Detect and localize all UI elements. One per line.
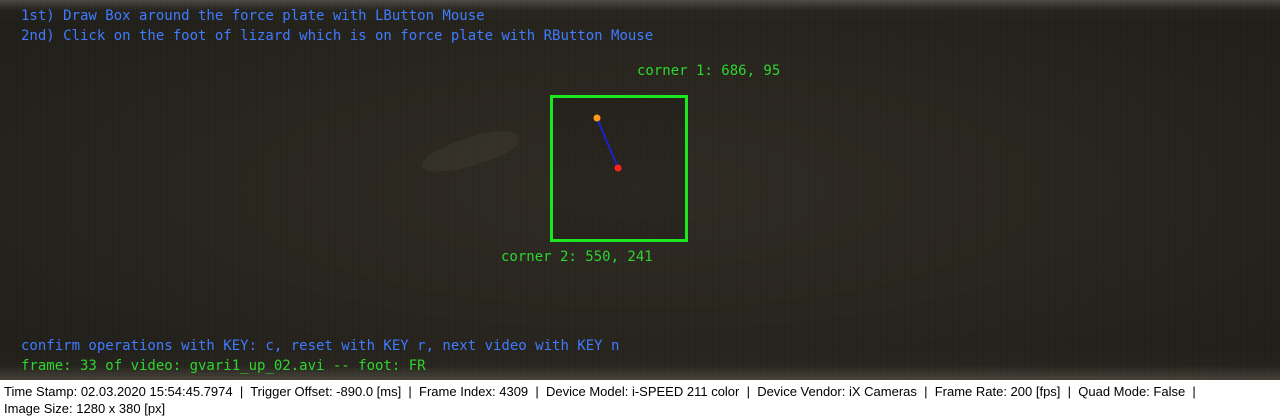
foot-point-red[interactable] [614, 164, 622, 172]
video-frame-canvas[interactable]: 1st) Draw Box around the force plate wit… [0, 0, 1280, 380]
foot-vector-line [596, 117, 619, 169]
foot-marker-overlay [593, 114, 622, 172]
foot-point-orange[interactable] [593, 114, 601, 122]
status-metadata-line: Time Stamp: 02.03.2020 15:54:45.7974 | T… [4, 384, 1196, 399]
image-viewer-window: 1st) Draw Box around the force plate wit… [0, 0, 1280, 420]
status-bar: Time Stamp: 02.03.2020 15:54:45.7974 | T… [0, 380, 1280, 420]
frame-info: frame: 33 of video: gvari1_up_02.avi -- … [21, 358, 426, 374]
key-instructions: confirm operations with KEY: c, reset wi… [21, 338, 620, 354]
status-image-size: Image Size: 1280 x 380 [px] [4, 401, 166, 416]
